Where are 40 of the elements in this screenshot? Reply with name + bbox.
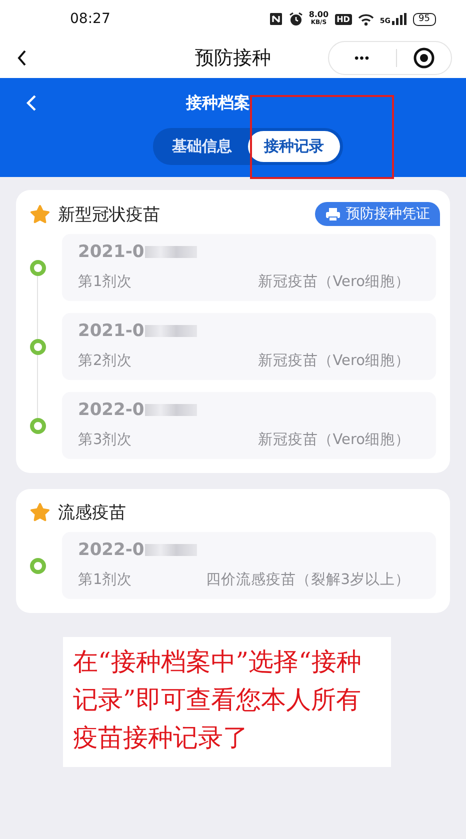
blur-mark <box>145 404 198 416</box>
vaccine-name: 新冠疫苗（Vero细胞） <box>258 352 410 370</box>
card-title: 新型冠状疫苗 <box>58 204 160 226</box>
blur-mark <box>145 544 198 556</box>
signal-icon <box>392 13 407 25</box>
dose-label: 第1剂次 <box>78 570 132 589</box>
printer-icon <box>325 208 341 220</box>
certificate-button[interactable]: 预防接种凭证 <box>315 202 440 226</box>
vaccine-name: 新冠疫苗（Vero细胞） <box>258 430 410 449</box>
network-speed: 8.00 <box>308 11 329 19</box>
timeline-dot-icon <box>30 260 46 276</box>
blur-mark <box>145 246 198 258</box>
star-icon <box>30 503 50 522</box>
record-date: 2022-0 <box>78 400 144 420</box>
vaccine-name: 四价流感疫苗（裂解3岁以上） <box>206 570 410 589</box>
vaccine-name: 新冠疫苗（Vero细胞） <box>258 272 410 291</box>
record-date: 2021-0 <box>78 242 144 262</box>
timeline-dot-icon <box>30 558 46 574</box>
alarm-icon <box>288 12 303 26</box>
dose-label: 第3剂次 <box>78 430 132 449</box>
card-title: 流感疫苗 <box>58 502 126 524</box>
tab[interactable]: 基础信息 <box>156 131 248 162</box>
back-icon[interactable] <box>16 49 28 67</box>
wifi-icon <box>358 12 374 26</box>
dose-label: 第2剂次 <box>78 352 132 370</box>
nfc-icon <box>268 12 283 26</box>
annotation-text: 在“接种档案中”选择“接种记录”即可查看您本人所有疫苗接种记录了 <box>73 646 362 754</box>
dose-label: 第1剂次 <box>78 272 132 291</box>
page-title: 预防接种 <box>195 47 271 69</box>
record-date: 2021-0 <box>78 321 144 341</box>
blur-mark <box>145 325 198 337</box>
timeline-dot-icon <box>30 418 46 434</box>
status-time: 08:27 <box>70 11 110 27</box>
star-icon <box>30 204 50 224</box>
timeline-dot-icon <box>30 338 46 354</box>
battery-level: 95 <box>412 12 436 26</box>
hd-badge: HD <box>334 14 352 24</box>
archive-title: 接种档案 <box>186 92 250 112</box>
record-date: 2022-0 <box>78 540 144 560</box>
tab[interactable]: 接种记录 <box>248 131 340 162</box>
